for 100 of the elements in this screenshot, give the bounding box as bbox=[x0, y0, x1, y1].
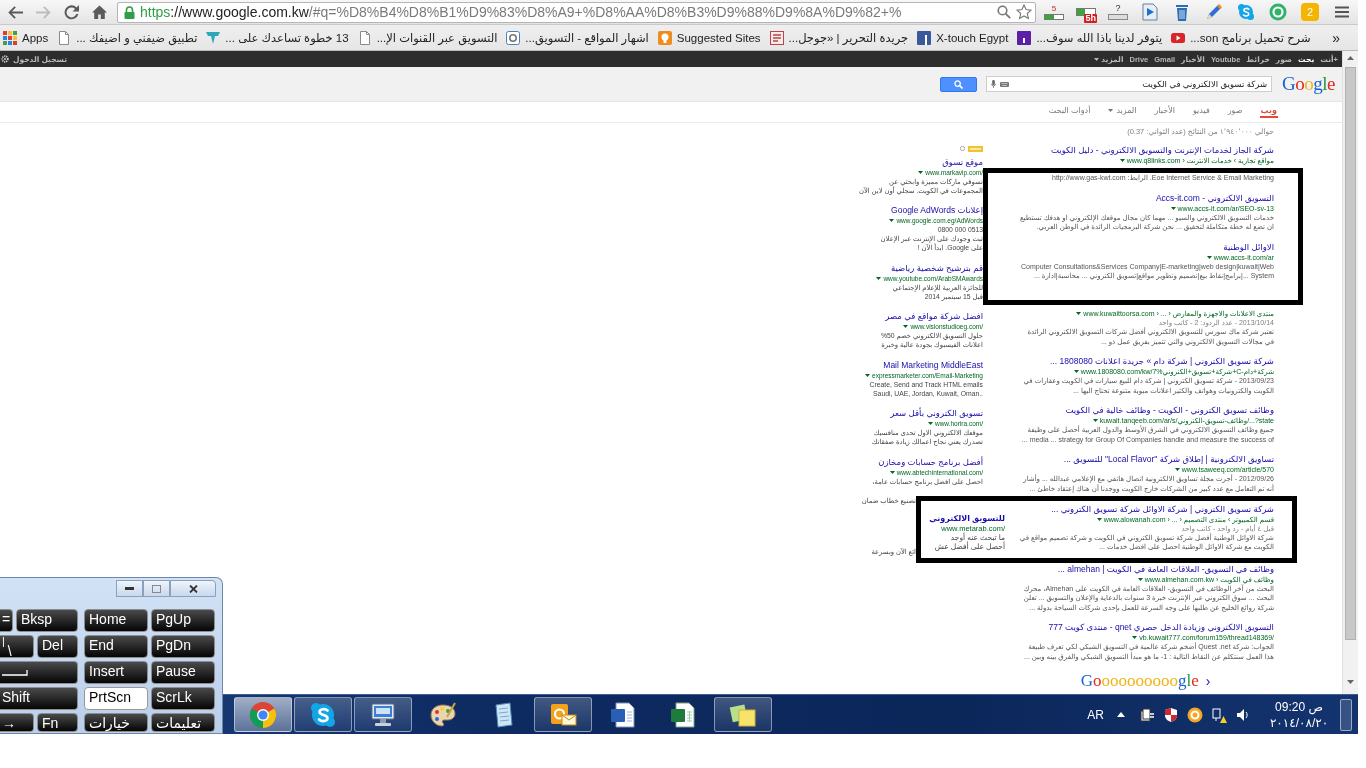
extension-button[interactable]: 5h bbox=[1070, 0, 1102, 24]
bookmark-link[interactable]: Suggested Sites bbox=[656, 26, 765, 49]
taskbar-button[interactable] bbox=[714, 697, 772, 732]
show-hidden-icons-button[interactable] bbox=[1117, 712, 1125, 717]
scrollbar-thumb[interactable] bbox=[1345, 67, 1356, 640]
search-tab[interactable]: الأخبار bbox=[1153, 102, 1176, 118]
caret-icon[interactable] bbox=[918, 170, 924, 174]
meter-icon bbox=[1076, 8, 1096, 16]
caret-icon[interactable] bbox=[903, 325, 909, 328]
keyboard-key[interactable]: Del bbox=[37, 635, 78, 658]
ring-icon[interactable] bbox=[1187, 706, 1203, 723]
caret-icon[interactable] bbox=[889, 219, 895, 222]
keyboard-key[interactable]: تعليمات bbox=[151, 713, 215, 732]
taskbar-button[interactable] bbox=[294, 697, 352, 732]
caret-icon[interactable] bbox=[1132, 636, 1138, 639]
lock-icon bbox=[124, 5, 135, 19]
ad-title-link[interactable]: تسويق الكتروني بأقل سعر bbox=[890, 408, 983, 419]
bookmark-link[interactable]: يتوفر لدينا باذا الله سوف... bbox=[1016, 26, 1167, 49]
show-desktop-button[interactable] bbox=[1340, 698, 1352, 731]
keyboard-key[interactable]: → bbox=[0, 713, 34, 732]
keyboard-key[interactable]: Shift bbox=[0, 687, 78, 710]
bookmark-link[interactable]: التسويق عبر القنوات الإ... bbox=[356, 26, 502, 49]
next-page-link[interactable]: › bbox=[1205, 671, 1211, 691]
result-title-link[interactable]: تساويق الالكترونية | إطلاق شركة "Local Flavor" للتسويق ... bbox=[1063, 454, 1274, 465]
keyboard-key[interactable]: End bbox=[84, 635, 148, 658]
caret-icon[interactable] bbox=[1096, 517, 1102, 521]
bookmark-link[interactable]: شرح تحميل برنامج son... bbox=[1170, 26, 1315, 49]
caret-icon[interactable] bbox=[1206, 255, 1212, 259]
keyboard-key[interactable] bbox=[0, 661, 78, 684]
bookmark-link[interactable]: اشهار المواقع - التسويق... bbox=[505, 26, 653, 49]
caret-icon[interactable] bbox=[1170, 206, 1176, 210]
address-field[interactable]: https://www.google.com.kw/#q=%D8%B4%D8%B1%D9%83%D8%A9+%D8%AA%D8%B3%D9%88%D9%8A%D9%82+% bbox=[117, 1, 1036, 23]
taskbar-button[interactable] bbox=[354, 697, 412, 732]
caret-icon[interactable] bbox=[1073, 370, 1079, 373]
keyboard-key[interactable]: Insert bbox=[84, 661, 148, 684]
search-icon[interactable] bbox=[997, 5, 1011, 19]
keyboard-key[interactable]: Fn bbox=[37, 713, 78, 732]
microphone-icon[interactable] bbox=[991, 80, 997, 88]
search-field[interactable]: شركة تسويق الالكتروني في الكويت bbox=[986, 76, 1273, 92]
result-title-link[interactable]: وظائف في التسويق- العلاقات العامة في الكويت | almehan ... bbox=[1057, 563, 1274, 575]
caret-icon[interactable] bbox=[927, 422, 933, 425]
caret-icon[interactable] bbox=[876, 276, 882, 280]
search-tab[interactable]: فيديو bbox=[1191, 102, 1211, 118]
keyboard-key[interactable]: | \ bbox=[0, 635, 34, 658]
minimize-button[interactable] bbox=[116, 580, 143, 597]
network-warning-icon[interactable] bbox=[1211, 706, 1227, 723]
result-title-link[interactable]: شركة تسويق الكتروني | شركة الاوائل شركة تسويق الكتروني ... bbox=[1051, 503, 1274, 515]
language-indicator[interactable]: AR bbox=[1087, 707, 1104, 722]
caret-icon[interactable] bbox=[1092, 419, 1098, 422]
close-button[interactable] bbox=[170, 580, 216, 597]
caret-icon[interactable] bbox=[1174, 468, 1180, 471]
keyboard-key[interactable]: PrtScn bbox=[84, 687, 148, 710]
search-button[interactable] bbox=[940, 76, 978, 92]
result-title-link[interactable]: شركة تسويق الكتروني | شركة دام » جريدة اعلانات 1808080 ... bbox=[1050, 356, 1274, 367]
keyboard-key[interactable]: خيارات bbox=[84, 713, 148, 732]
more-bookmarks-button[interactable]: » bbox=[1330, 26, 1342, 49]
power-plug-icon[interactable] bbox=[1139, 706, 1155, 723]
ad-title-link[interactable]: افضل شركة مواقع في مصر bbox=[885, 311, 983, 322]
keyboard-key[interactable]: PgUp bbox=[151, 609, 215, 632]
keyboard-key[interactable]: Pause bbox=[151, 661, 215, 684]
keyboard-key[interactable]: PgDn bbox=[151, 635, 215, 658]
google-logo: Google bbox=[1282, 74, 1335, 94]
caret-icon[interactable] bbox=[1137, 577, 1143, 581]
shield-icon[interactable] bbox=[1163, 706, 1179, 723]
bookmark-link[interactable]: X-touch Egypt bbox=[916, 26, 1013, 49]
extension-button[interactable]: ? bbox=[1102, 0, 1134, 24]
keyboard-key[interactable]: Bksp bbox=[16, 609, 78, 632]
keyboard-icon[interactable] bbox=[1000, 81, 1010, 87]
bookmark-link[interactable]: جريدة التحرير | «جوجل... bbox=[768, 26, 913, 49]
caret-icon[interactable] bbox=[889, 470, 895, 474]
ad-title-link[interactable]: أفضل برنامج حسابات ومخازن bbox=[878, 456, 983, 468]
search-tab[interactable]: المزيد bbox=[1107, 102, 1138, 118]
taskbar-clock[interactable]: 09:20 ص ٢٠١٤/٠٨/٢٠ bbox=[1270, 698, 1328, 731]
star-icon[interactable] bbox=[1016, 4, 1032, 20]
caret-icon[interactable] bbox=[865, 373, 871, 377]
result-title-link[interactable]: وظائف تسويق الكتروني - الكويت - وظائف خالية في الكويت bbox=[1065, 405, 1274, 416]
keyboard-key[interactable]: Home bbox=[84, 609, 148, 632]
search-tab[interactable]: صور bbox=[1226, 102, 1244, 118]
keyboard-key[interactable]: = bbox=[0, 609, 13, 632]
bookmark-link[interactable]: Apps bbox=[2, 26, 53, 49]
taskbar-button[interactable] bbox=[534, 697, 592, 732]
bar-icon bbox=[1108, 14, 1128, 20]
result-title-link[interactable]: الاوائل الوطنية bbox=[1223, 241, 1274, 253]
result-title-link[interactable]: شركة الجاز لخدمات الإنترنت والتسويق الالكتروني - دليل الكويت bbox=[1051, 144, 1274, 156]
result-title-link[interactable]: التسويق الالكتروني وزيادة الدخل حصري qnet - منتدى كويت 777 bbox=[1048, 622, 1274, 633]
result-title-link[interactable]: التسويق الالكتروني - Accs-it.com bbox=[1155, 192, 1274, 204]
ad-title-link[interactable]: قم بترشيح شخصية رياضية bbox=[890, 262, 983, 274]
search-tab[interactable]: ويب bbox=[1259, 102, 1278, 118]
caret-icon[interactable] bbox=[1076, 312, 1082, 315]
extension-button[interactable]: 5 bbox=[1038, 0, 1070, 24]
gear-icon[interactable] bbox=[1, 55, 9, 63]
keyboard-key[interactable]: ScrLk bbox=[151, 687, 215, 710]
search-tab[interactable]: أدوات البحث bbox=[1047, 102, 1092, 118]
bookmark-link[interactable]: تطبيق ضيفني و اضيفك ... bbox=[56, 26, 202, 49]
bookmark-link[interactable]: 13 خطوة تساعدك على ... bbox=[205, 26, 353, 49]
ad-title-link[interactable]: موقع تسوق bbox=[942, 156, 983, 168]
ad-title-link[interactable]: Mail Marketing MiddleEast bbox=[883, 359, 983, 371]
ad-title-link[interactable]: إعلانات Google AdWords bbox=[891, 205, 983, 216]
caret-icon[interactable] bbox=[1119, 158, 1125, 162]
ad-title-link[interactable]: للتسويق الالكتروني bbox=[929, 512, 1005, 524]
